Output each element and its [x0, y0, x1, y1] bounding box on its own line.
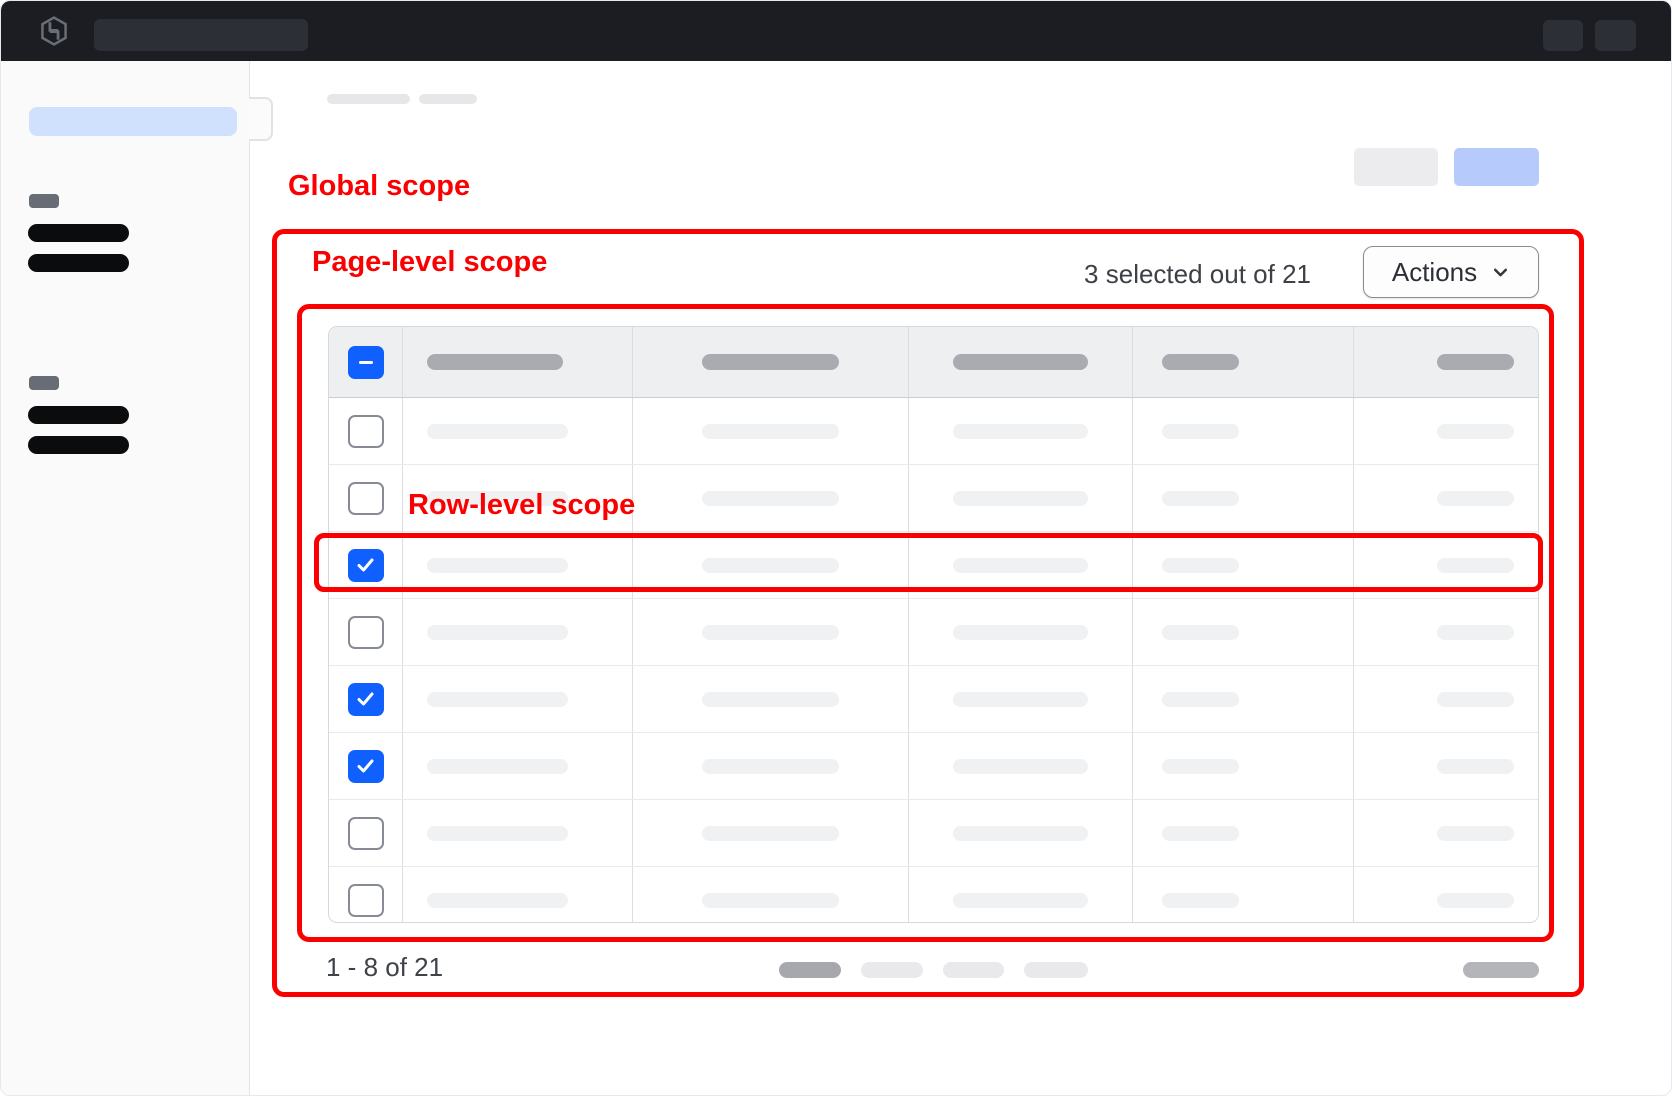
secondary-button-placeholder[interactable] [1354, 148, 1438, 186]
breadcrumb-item-2[interactable] [419, 94, 477, 104]
table-cell [1353, 398, 1539, 464]
check-icon [357, 692, 374, 706]
table-row[interactable] [329, 866, 1538, 923]
table-cell [1353, 867, 1539, 923]
table-cell [908, 599, 1132, 665]
table-cell [908, 398, 1132, 464]
sidebar-nav [1, 61, 250, 1096]
pagination-prev-button[interactable] [779, 962, 841, 978]
selection-summary: 3 selected out of 21 [1084, 259, 1311, 290]
sidebar-item-4[interactable] [28, 436, 129, 454]
row-checkbox[interactable] [348, 549, 384, 582]
table-row[interactable] [329, 665, 1538, 732]
table-cell [632, 800, 908, 866]
sidebar-section-label-1 [29, 194, 59, 208]
table-cell [1353, 465, 1539, 531]
sidebar-item-3[interactable] [28, 406, 129, 424]
table-cell [908, 733, 1132, 799]
table-cell [908, 465, 1132, 531]
table-cell [1132, 800, 1353, 866]
table-cell [632, 398, 908, 464]
top-nav-bar [1, 1, 1672, 61]
row-checkbox[interactable] [348, 750, 384, 783]
table-cell [402, 867, 632, 923]
app-window: Global scope Page-level scope 3 selected… [0, 0, 1672, 1096]
sidebar-flyout-handle[interactable] [249, 97, 273, 141]
row-checkbox[interactable] [348, 616, 384, 649]
global-search-input[interactable] [94, 19, 308, 51]
check-icon [357, 759, 374, 773]
primary-button-placeholder[interactable] [1454, 148, 1539, 186]
breadcrumb-item-1[interactable] [327, 94, 410, 104]
table-cell [1132, 398, 1353, 464]
table-cell [1132, 599, 1353, 665]
table-cell [402, 666, 632, 732]
row-checkbox[interactable] [348, 884, 384, 917]
table-header-row [329, 327, 1538, 398]
pagination-page-size-control[interactable] [1463, 962, 1539, 978]
table-row[interactable] [329, 732, 1538, 799]
row-checkbox[interactable] [348, 415, 384, 448]
minus-icon [359, 361, 373, 364]
column-header-2[interactable] [632, 327, 908, 397]
table-cell [1132, 666, 1353, 732]
chevron-down-icon [1491, 263, 1510, 282]
table-cell [632, 599, 908, 665]
table-row[interactable] [329, 598, 1538, 665]
select-all-checkbox[interactable] [348, 346, 384, 379]
table-cell [402, 532, 632, 598]
global-scope-label: Global scope [288, 171, 470, 203]
table-cell [908, 666, 1132, 732]
table-row[interactable] [329, 398, 1538, 464]
row-checkbox[interactable] [348, 482, 384, 515]
table-cell [1353, 666, 1539, 732]
table-cell [1132, 733, 1353, 799]
table-row[interactable] [329, 799, 1538, 866]
row-checkbox[interactable] [348, 817, 384, 850]
table-cell [1353, 733, 1539, 799]
sidebar-section-label-2 [29, 376, 59, 390]
table-cell [1353, 599, 1539, 665]
table-cell [402, 398, 632, 464]
column-header-4[interactable] [1132, 327, 1353, 397]
page-scope-label: Page-level scope [312, 247, 547, 279]
table-cell [402, 599, 632, 665]
actions-dropdown-button[interactable]: Actions [1363, 246, 1539, 298]
pagination-page-button-2[interactable] [943, 962, 1004, 978]
table-cell [908, 800, 1132, 866]
actions-button-label: Actions [1392, 257, 1477, 288]
hashicorp-logo-icon [39, 16, 69, 46]
table-cell [908, 867, 1132, 923]
table-cell [1132, 465, 1353, 531]
sidebar-item-2[interactable] [28, 254, 129, 272]
user-menu-button[interactable] [1595, 20, 1636, 51]
row-checkbox[interactable] [348, 683, 384, 716]
sidebar-item-active[interactable] [29, 107, 237, 136]
pagination-page-button-3[interactable] [1024, 962, 1088, 978]
pagination-page-button-1[interactable] [861, 962, 923, 978]
help-menu-button[interactable] [1543, 20, 1583, 51]
table-cell [1132, 532, 1353, 598]
table-cell [632, 465, 908, 531]
sidebar-item-1[interactable] [28, 224, 129, 242]
table-cell [632, 733, 908, 799]
column-header-5[interactable] [1353, 327, 1539, 397]
table-cell [632, 532, 908, 598]
table-cell [1353, 800, 1539, 866]
table-cell [1353, 532, 1539, 598]
pagination-range-label: 1 - 8 of 21 [326, 952, 443, 983]
check-icon [357, 558, 374, 572]
table-cell [402, 733, 632, 799]
table-body [329, 398, 1538, 923]
table-cell [1132, 867, 1353, 923]
column-header-1[interactable] [402, 327, 632, 397]
table-row[interactable] [329, 531, 1538, 598]
data-table [328, 326, 1539, 923]
table-cell [632, 867, 908, 923]
table-cell [632, 666, 908, 732]
column-header-3[interactable] [908, 327, 1132, 397]
row-scope-label: Row-level scope [408, 490, 635, 522]
table-cell [908, 532, 1132, 598]
table-cell [402, 800, 632, 866]
